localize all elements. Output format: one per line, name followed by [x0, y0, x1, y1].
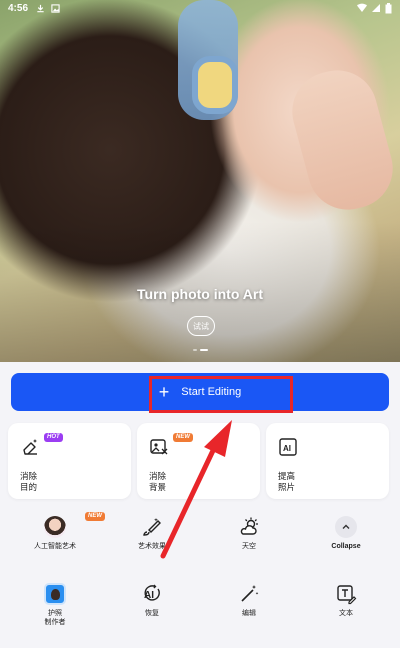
text-tool[interactable]: 文本	[306, 583, 386, 618]
label-line: 护照	[48, 610, 62, 617]
ai-art-avatar-icon	[44, 516, 66, 538]
status-bar: 4:56	[0, 0, 400, 16]
label-line: 照片	[278, 482, 296, 492]
carousel-dot-active	[200, 349, 208, 351]
label-line: 消除	[20, 471, 38, 481]
remove-background-label: 消除 背景	[149, 471, 166, 493]
ai-enhance-icon: AI	[279, 438, 297, 456]
label-line: 目的	[20, 482, 38, 492]
carousel-indicator	[193, 349, 208, 351]
collapse-label: Collapse	[331, 543, 361, 550]
magic-wand-icon	[241, 585, 259, 602]
edit-tool[interactable]: 编辑	[209, 583, 289, 618]
art-effects-label: 艺术效果	[138, 543, 166, 550]
hot-badge: HOT	[44, 433, 63, 442]
enhance-photo-card[interactable]: AI 提高 照片	[266, 423, 389, 499]
passport-maker-tool[interactable]: 护照 制作者	[15, 583, 95, 627]
remove-background-icon	[150, 439, 168, 455]
art-effects-tool[interactable]: 艺术效果	[112, 516, 192, 551]
remove-object-card[interactable]: HOT 消除 目的	[8, 423, 131, 499]
sky-label: 天空	[242, 543, 256, 550]
restore-tool[interactable]: AI 恢复	[112, 583, 192, 618]
new-badge: NEW	[85, 512, 105, 521]
collapse-tool[interactable]: Collapse	[306, 516, 386, 551]
try-button[interactable]: 试试	[187, 316, 215, 336]
label-line: 提高	[278, 471, 296, 481]
ai-restore-icon: AI	[144, 584, 160, 601]
sky-cloud-sun-icon	[240, 517, 258, 535]
new-badge: NEW	[173, 433, 193, 442]
remove-background-card[interactable]: NEW 消除 背景	[137, 423, 260, 499]
svg-text:AI: AI	[283, 444, 291, 453]
label-line: 消除	[149, 471, 167, 481]
chevron-up-icon	[342, 524, 350, 529]
text-label: 文本	[339, 610, 353, 617]
collapse-button[interactable]	[335, 516, 357, 538]
carousel-dot	[193, 349, 197, 351]
wifi-icon	[357, 3, 367, 12]
sky-tool[interactable]: 天空	[209, 516, 289, 551]
edit-label: 编辑	[242, 610, 256, 617]
image-notification-icon	[51, 3, 60, 13]
passport-maker-label: 护照 制作者	[15, 609, 95, 627]
magic-brush-icon	[143, 518, 161, 536]
annotation-highlight-box	[149, 376, 293, 413]
hero-banner[interactable]	[0, 0, 400, 362]
status-time: 4:56	[8, 2, 29, 14]
text-edit-icon	[337, 585, 357, 605]
ai-art-tool[interactable]: NEW 人工智能艺术	[15, 512, 105, 551]
hero-title: Turn photo into Art	[137, 286, 263, 302]
restore-label: 恢复	[145, 610, 159, 617]
label-line: 背景	[149, 482, 167, 492]
battery-icon	[385, 2, 392, 13]
remove-object-label: 消除 目的	[20, 471, 37, 493]
enhance-photo-label: 提高 照片	[278, 471, 295, 493]
signal-icon	[372, 4, 380, 12]
eraser-icon	[23, 439, 37, 455]
label-line: 制作者	[44, 619, 66, 626]
hero-image-hand	[283, 61, 400, 219]
ai-art-label: 人工智能艺术	[34, 543, 76, 550]
passport-photo-icon	[44, 583, 66, 605]
hero-image-headphone-cup	[192, 56, 238, 114]
download-icon	[37, 4, 44, 12]
